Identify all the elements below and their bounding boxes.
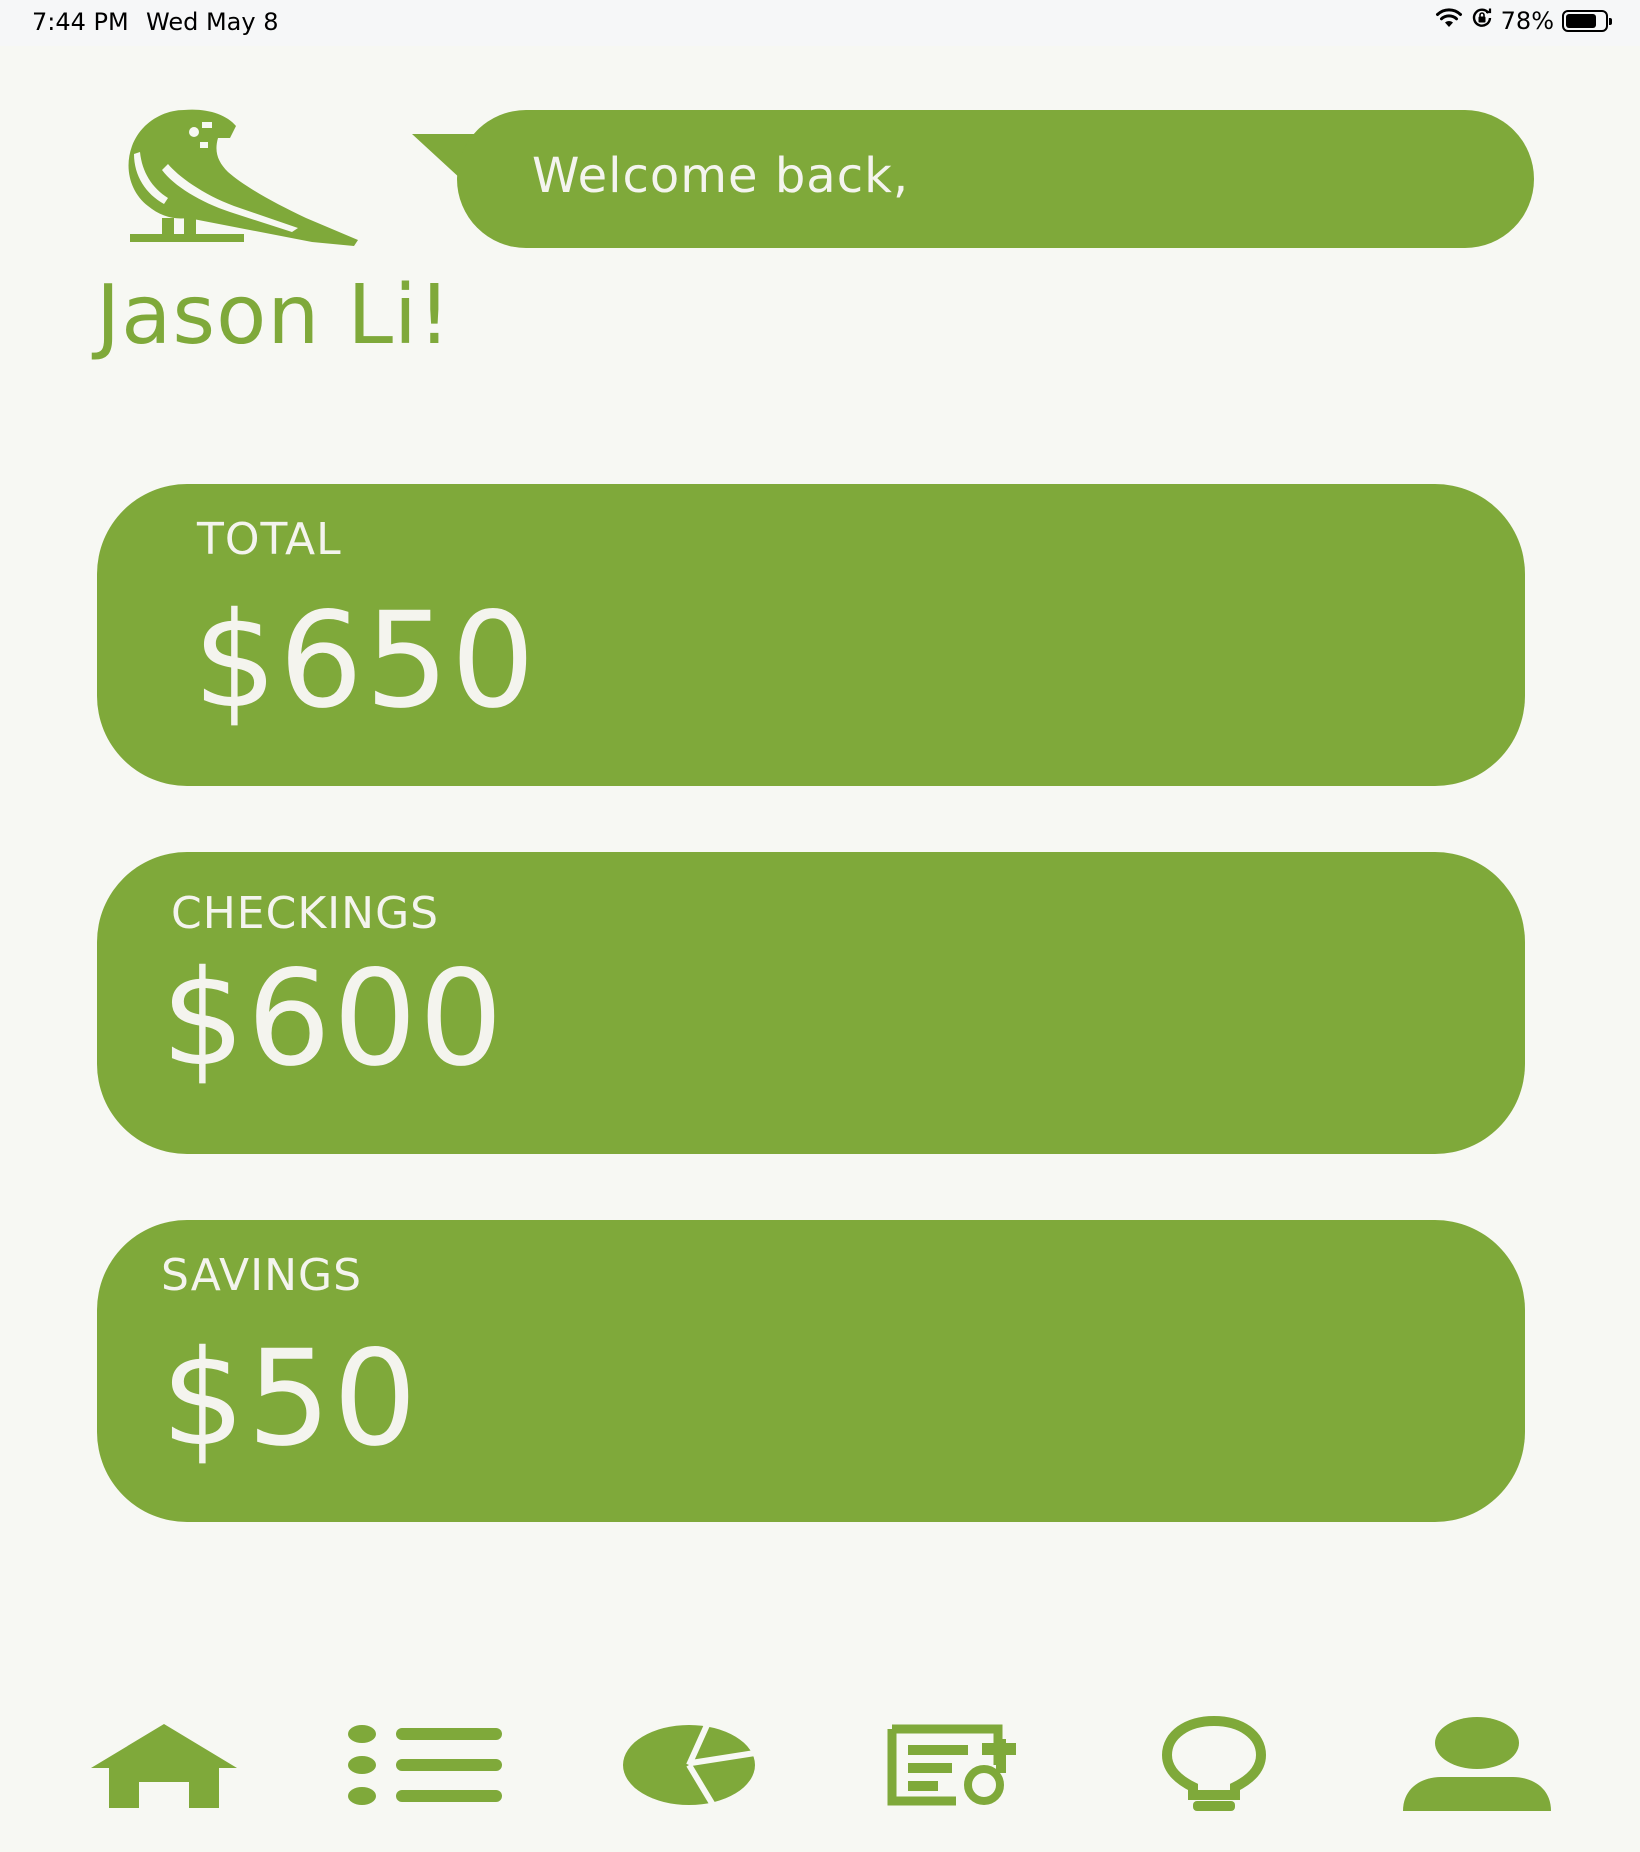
status-time: 7:44 PM bbox=[32, 8, 129, 36]
total-balance-card[interactable]: TOTAL $650 bbox=[97, 484, 1525, 786]
nav-profile[interactable] bbox=[1397, 1700, 1557, 1830]
battery-percent: 78% bbox=[1500, 7, 1554, 35]
news-icon bbox=[887, 1724, 1016, 1806]
nav-budget[interactable] bbox=[609, 1700, 769, 1830]
pie-chart-icon bbox=[623, 1723, 756, 1807]
nav-tips[interactable] bbox=[1134, 1700, 1294, 1830]
card-amount: $50 bbox=[161, 1322, 419, 1476]
orientation-lock-icon bbox=[1471, 7, 1493, 35]
nav-transactions[interactable] bbox=[346, 1700, 506, 1830]
list-icon bbox=[348, 1725, 502, 1805]
card-label: SAVINGS bbox=[161, 1250, 363, 1301]
card-label: CHECKINGS bbox=[171, 888, 440, 939]
user-name: Jason Li! bbox=[96, 268, 452, 363]
parrot-logo-icon bbox=[128, 109, 358, 246]
welcome-text: Welcome back, bbox=[532, 148, 910, 204]
lightbulb-icon bbox=[1161, 1715, 1267, 1811]
card-label: TOTAL bbox=[197, 514, 342, 565]
status-indicators: 78% bbox=[1435, 7, 1612, 35]
profile-icon bbox=[1403, 1717, 1551, 1811]
battery-level-fill bbox=[1566, 14, 1596, 28]
nav-news[interactable] bbox=[872, 1700, 1032, 1830]
card-amount: $650 bbox=[193, 584, 537, 738]
checking-balance-card[interactable]: CHECKINGS $600 bbox=[97, 852, 1525, 1154]
savings-balance-card[interactable]: SAVINGS $50 bbox=[97, 1220, 1525, 1522]
nav-home[interactable] bbox=[84, 1700, 244, 1830]
card-amount: $600 bbox=[161, 942, 505, 1096]
status-date: Wed May 8 bbox=[146, 8, 279, 36]
home-icon bbox=[91, 1724, 237, 1808]
wifi-icon bbox=[1435, 7, 1463, 35]
battery-icon bbox=[1562, 10, 1612, 32]
status-bar: 7:44 PM Wed May 8 78% bbox=[0, 0, 1640, 46]
